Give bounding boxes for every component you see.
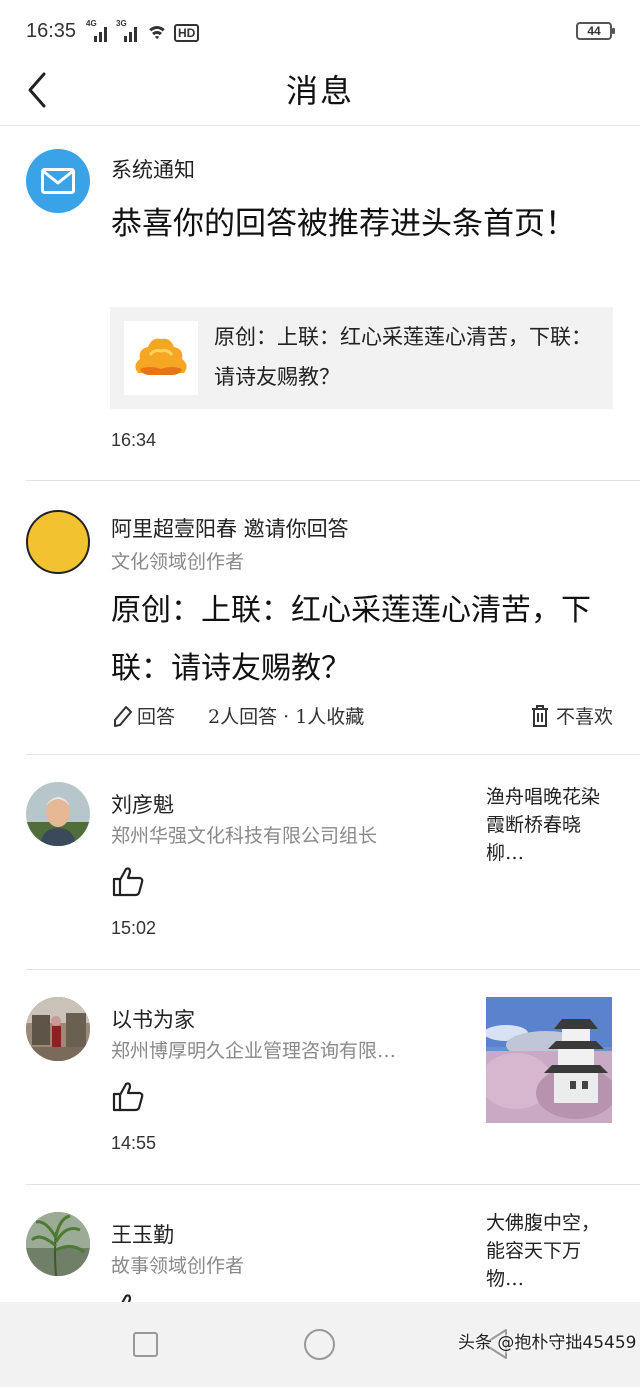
liker-name: 刘彦魁 [111,793,174,817]
card-text: 原创：上联：红心采莲莲心清苦，下联：请诗友赐教？ [214,325,592,389]
avatar[interactable] [26,1212,90,1276]
timestamp: 16:34 [111,430,157,450]
invite-question[interactable]: 原创：上联：红心采莲莲心清苦，下联：请诗友赐教？ [111,582,591,698]
divider [26,480,640,481]
recent-apps-button[interactable] [133,1332,158,1357]
notice-title: 恭喜你的回答被推荐进头条首页！ [111,206,576,242]
timestamp: 14:55 [111,1133,157,1153]
liked-answer-image[interactable] [486,997,612,1123]
battery-icon: 44 [576,22,615,40]
message-list[interactable]: 系统通知 恭喜你的回答被推荐进头条首页！ 原创：上联：红心采莲莲心清苦，下联：请… [0,127,640,1302]
thumbs-up-icon[interactable] [111,864,145,898]
liker-subtitle: 郑州华强文化科技有限公司组长 [111,825,378,847]
question-thumbnail [124,321,198,395]
sender-name: 系统通知 [111,158,195,182]
page-title: 消息 [285,72,354,110]
timestamp: 15:02 [111,918,157,938]
thumbs-up-icon[interactable] [111,1291,145,1302]
divider [26,1184,640,1185]
home-button[interactable] [304,1329,335,1360]
status-icons: 4G 3G HD [86,19,200,42]
liked-answer-excerpt[interactable]: 大佛腹中空，能容天下万物… [486,1209,616,1293]
liker-subtitle: 郑州博厚明久企业管理咨询有限… [111,1040,397,1062]
liker-subtitle: 故事领域创作者 [111,1255,245,1277]
hd-icon: HD [174,24,200,42]
avatar[interactable] [26,997,90,1061]
avatar[interactable] [26,510,90,574]
answer-button[interactable]: 回答 [111,702,175,729]
status-bar: 16:35 4G 3G HD 44 [0,0,640,62]
liker-name: 王玉勤 [111,1223,174,1247]
dislike-label: 不喜欢 [555,706,613,728]
system-nav-bar: 头条 @抱朴守拙45459 [0,1302,640,1387]
liker-name: 以书为家 [111,1008,195,1032]
divider [26,969,640,970]
mail-icon [26,149,90,213]
answer-label: 回答 [137,706,176,728]
status-time: 16:35 [26,20,77,42]
thumbs-up-icon[interactable] [111,1079,145,1113]
invite-stats: 2人回答 · 1人收藏 [208,706,365,728]
inviter-name: 阿里超壹阳春 邀请你回答 [111,517,349,541]
watermark-text: 头条 @抱朴守拙45459 [458,1333,637,1353]
trash-icon [531,704,548,727]
liked-answer-excerpt[interactable]: 渔舟唱晚花染霞断桥春晓柳… [486,783,616,867]
divider [26,754,640,755]
header: 消息 [0,62,640,126]
pencil-icon [114,705,132,727]
signal-icon: 4G [86,19,110,42]
dislike-button[interactable]: 不喜欢 [530,702,613,729]
wifi-icon [146,24,168,42]
avatar[interactable] [26,782,90,846]
invite-actions: 回答 2人回答 · 1人收藏 不喜欢 [111,702,613,730]
inviter-subtitle: 文化领域创作者 [111,551,245,573]
signal-icon: 3G [116,19,140,42]
linked-question-card[interactable]: 原创：上联：红心采莲莲心清苦，下联：请诗友赐教？ [110,307,613,409]
